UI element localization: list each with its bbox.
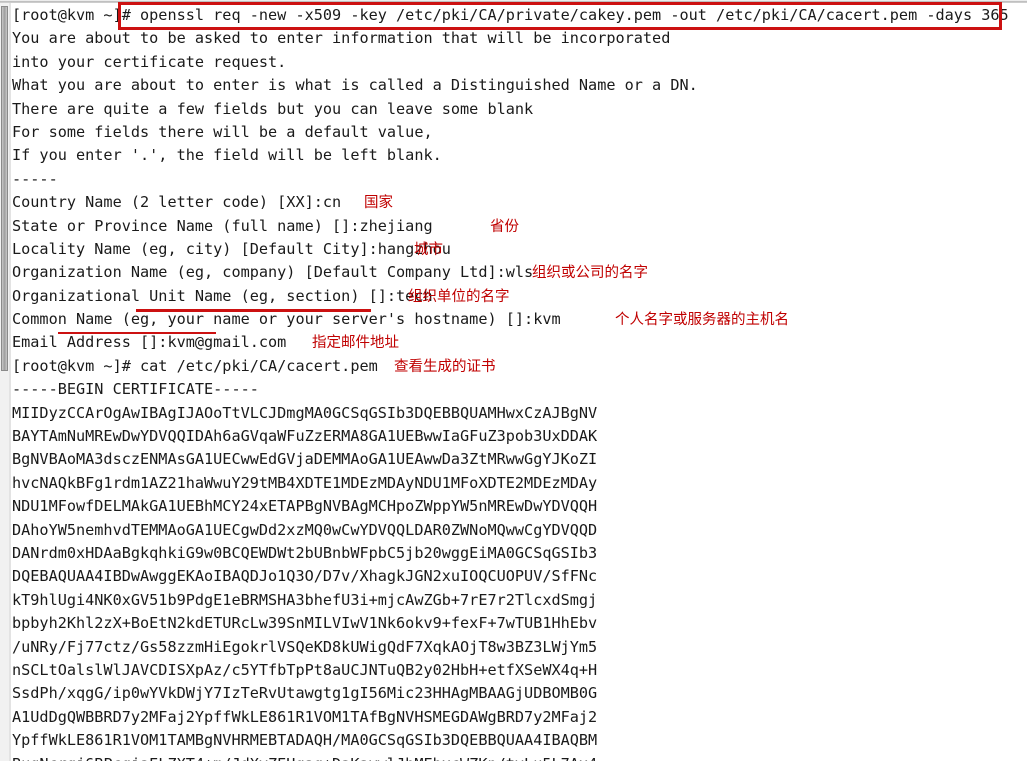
terminal-line-text: /uNRy/Fj77ctz/Gs58zzmHiEgokrlVSQeKD8kUWi… [12, 637, 598, 656]
terminal-line: into your certificate request. [12, 51, 1027, 74]
terminal-line: NDU1MFowfDELMAkGA1UEBhMCY24xETAPBgNVBAgM… [12, 495, 1027, 518]
terminal-line: YpffWkLE861R1VOM1TAMBgNVHRMEBTADAQH/MA0G… [12, 729, 1027, 752]
terminal-line: Locality Name (eg, city) [Default City]:… [12, 238, 1027, 261]
terminal-left-rule [9, 3, 11, 761]
terminal-line-text: You are about to be asked to enter infor… [12, 29, 671, 48]
terminal-line: There are quite a few fields but you can… [12, 98, 1027, 121]
terminal-line-text: Common Name (eg, your name or your serve… [12, 310, 561, 329]
terminal-line: DAhoYW5nemhvdTEMMAoGA1UECgwDd2xzMQ0wCwYD… [12, 519, 1027, 542]
terminal-line-text: Locality Name (eg, city) [Default City]:… [12, 239, 451, 258]
terminal-line-text: If you enter '.', the field will be left… [12, 146, 442, 165]
terminal-line-text: Country Name (2 letter code) [XX]:cn [12, 193, 342, 212]
terminal-line-text: BgNVBAoMA3dsczENMAsGA1UECwwEdGVjaDEMMAoG… [12, 450, 598, 469]
terminal-line-text: hvcNAQkBFg1rdm1AZ21haWwuY29tMB4XDTE1MDEz… [12, 473, 598, 492]
terminal-line: Country Name (2 letter code) [XX]:cn 国家 [12, 191, 1027, 214]
annotation-note: 个人名字或服务器的主机名 [615, 312, 789, 329]
annotation-note: 组织单位的名字 [408, 288, 510, 305]
terminal-line-text: SsdPh/xqgG/ip0wYVkDWjY7IzTeRvUtawgtg1gI5… [12, 684, 598, 703]
terminal-line-text: YpffWkLE861R1VOM1TAMBgNVHRMEBTADAQH/MA0G… [12, 731, 598, 750]
terminal-line: A1UdDgQWBBRD7y2MFaj2YpffWkLE861R1VOM1TAf… [12, 706, 1027, 729]
terminal-line-text: BugNcrqj6BPcqjaELZXT4+m/JdXyZEHqaq+DaKay… [12, 755, 597, 761]
terminal-line-text: DANrdm0xHDAaBgkqhkiG9w0BCQEWDWt2bUBnbWFp… [12, 543, 598, 562]
scrollbar-thumb[interactable] [1, 6, 8, 371]
terminal-line: Organization Name (eg, company) [Default… [12, 261, 1027, 284]
terminal-line: [root@kvm ~]# openssl req -new -x509 -ke… [12, 4, 1027, 27]
terminal-line: MIIDyzCCArOgAwIBAgIJAOoTtVLCJDmgMA0GCSqG… [12, 402, 1027, 425]
terminal-line: If you enter '.', the field will be left… [12, 144, 1027, 167]
terminal-line: BugNcrqj6BPcqjaELZXT4+m/JdXyZEHqaq+DaKay… [12, 753, 1027, 761]
annotation-note: 组织或公司的名字 [532, 265, 648, 282]
terminal-line-text: into your certificate request. [12, 52, 287, 71]
window-top-border [0, 0, 1027, 3]
terminal-output[interactable]: [root@kvm ~]# openssl req -new -x509 -ke… [12, 4, 1027, 761]
terminal-line: DANrdm0xHDAaBgkqhkiG9w0BCQEWDWt2bUBnbWFp… [12, 542, 1027, 565]
terminal-line: Organizational Unit Name (eg, section) [… [12, 285, 1027, 308]
terminal-line-text: A1UdDgQWBBRD7y2MFaj2YpffWkLE861R1VOM1TAf… [12, 707, 598, 726]
terminal-line-text: Organization Name (eg, company) [Default… [12, 263, 534, 282]
terminal-line-text: [root@kvm ~]# cat /etc/pki/CA/cacert.pem [12, 356, 378, 375]
terminal-line-text: kT9hlUgi4NK0xGV51b9PdgE1eBRMSHA3bhefU3i+… [12, 590, 598, 609]
terminal-line: hvcNAQkBFg1rdm1AZ21haWwuY29tMB4XDTE1MDEz… [12, 472, 1027, 495]
terminal-line: [root@kvm ~]# cat /etc/pki/CA/cacert.pem… [12, 355, 1027, 378]
terminal-line: ----- [12, 168, 1027, 191]
terminal-line-text: -----BEGIN CERTIFICATE----- [12, 380, 259, 399]
terminal-line: -----BEGIN CERTIFICATE----- [12, 378, 1027, 401]
terminal-line-text: Email Address []:kvm@gmail.com [12, 333, 287, 352]
terminal-line-text: What you are about to enter is what is c… [12, 76, 698, 95]
terminal-line-text: State or Province Name (full name) []:zh… [12, 216, 433, 235]
annotation-note: 省份 [490, 218, 519, 235]
terminal-line: BAYTAmNuMREwDwYDVQQIDAh6aGVqaWFuZzERMA8G… [12, 425, 1027, 448]
terminal-line-text: DQEBAQUAA4IBDwAwggEKAoIBAQDJo1Q3O/D7v/Xh… [12, 567, 598, 586]
terminal-line-text: For some fields there will be a default … [12, 122, 433, 141]
annotation-note: 国家 [364, 195, 393, 212]
terminal-line: What you are about to enter is what is c… [12, 74, 1027, 97]
terminal-line: SsdPh/xqgG/ip0wYVkDWjY7IzTeRvUtawgtg1gI5… [12, 682, 1027, 705]
annotation-note: 查看生成的证书 [394, 358, 496, 375]
terminal-line: State or Province Name (full name) []:zh… [12, 215, 1027, 238]
terminal-line: kT9hlUgi4NK0xGV51b9PdgE1eBRMSHA3bhefU3i+… [12, 589, 1027, 612]
terminal-line-text: ----- [12, 169, 58, 188]
terminal-line-text: BAYTAmNuMREwDwYDVQQIDAh6aGVqaWFuZzERMA8G… [12, 427, 598, 446]
terminal-line: BgNVBAoMA3dsczENMAsGA1UECwwEdGVjaDEMMAoG… [12, 448, 1027, 471]
terminal-line-text: MIIDyzCCArOgAwIBAgIJAOoTtVLCJDmgMA0GCSqG… [12, 403, 598, 422]
terminal-line-text: DAhoYW5nemhvdTEMMAoGA1UECgwDd2xzMQ0wCwYD… [12, 520, 598, 539]
terminal-line: bpbyh2Khl2zX+BoEtN2kdETURcLw39SnMILVIwV1… [12, 612, 1027, 635]
annotation-note: 城市 [414, 241, 443, 258]
terminal-line-text: bpbyh2Khl2zX+BoEtN2kdETURcLw39SnMILVIwV1… [12, 614, 598, 633]
terminal-line: nSCLtOalslWlJAVCDISXpAz/c5YTfbTpPt8aUCJN… [12, 659, 1027, 682]
terminal-line-text: Organizational Unit Name (eg, section) [… [12, 286, 433, 305]
terminal-line: You are about to be asked to enter infor… [12, 27, 1027, 50]
terminal-line-text: [root@kvm ~]# openssl req -new -x509 -ke… [12, 6, 1009, 24]
terminal-window: [root@kvm ~]# openssl req -new -x509 -ke… [0, 0, 1027, 761]
terminal-line: /uNRy/Fj77ctz/Gs58zzmHiEgokrlVSQeKD8kUWi… [12, 636, 1027, 659]
annotation-note: 指定邮件地址 [312, 335, 399, 352]
terminal-line: Email Address []:kvm@gmail.com 指定邮件地址 [12, 331, 1027, 354]
terminal-line-text: There are quite a few fields but you can… [12, 99, 534, 118]
terminal-line: DQEBAQUAA4IBDwAwggEKAoIBAQDJo1Q3O/D7v/Xh… [12, 565, 1027, 588]
terminal-line-text: NDU1MFowfDELMAkGA1UEBhMCY24xETAPBgNVBAgM… [12, 497, 598, 516]
terminal-line: For some fields there will be a default … [12, 121, 1027, 144]
terminal-line: Common Name (eg, your name or your serve… [12, 308, 1027, 331]
terminal-line-text: nSCLtOalslWlJAVCDISXpAz/c5YTfbTpPt8aUCJN… [12, 660, 598, 679]
